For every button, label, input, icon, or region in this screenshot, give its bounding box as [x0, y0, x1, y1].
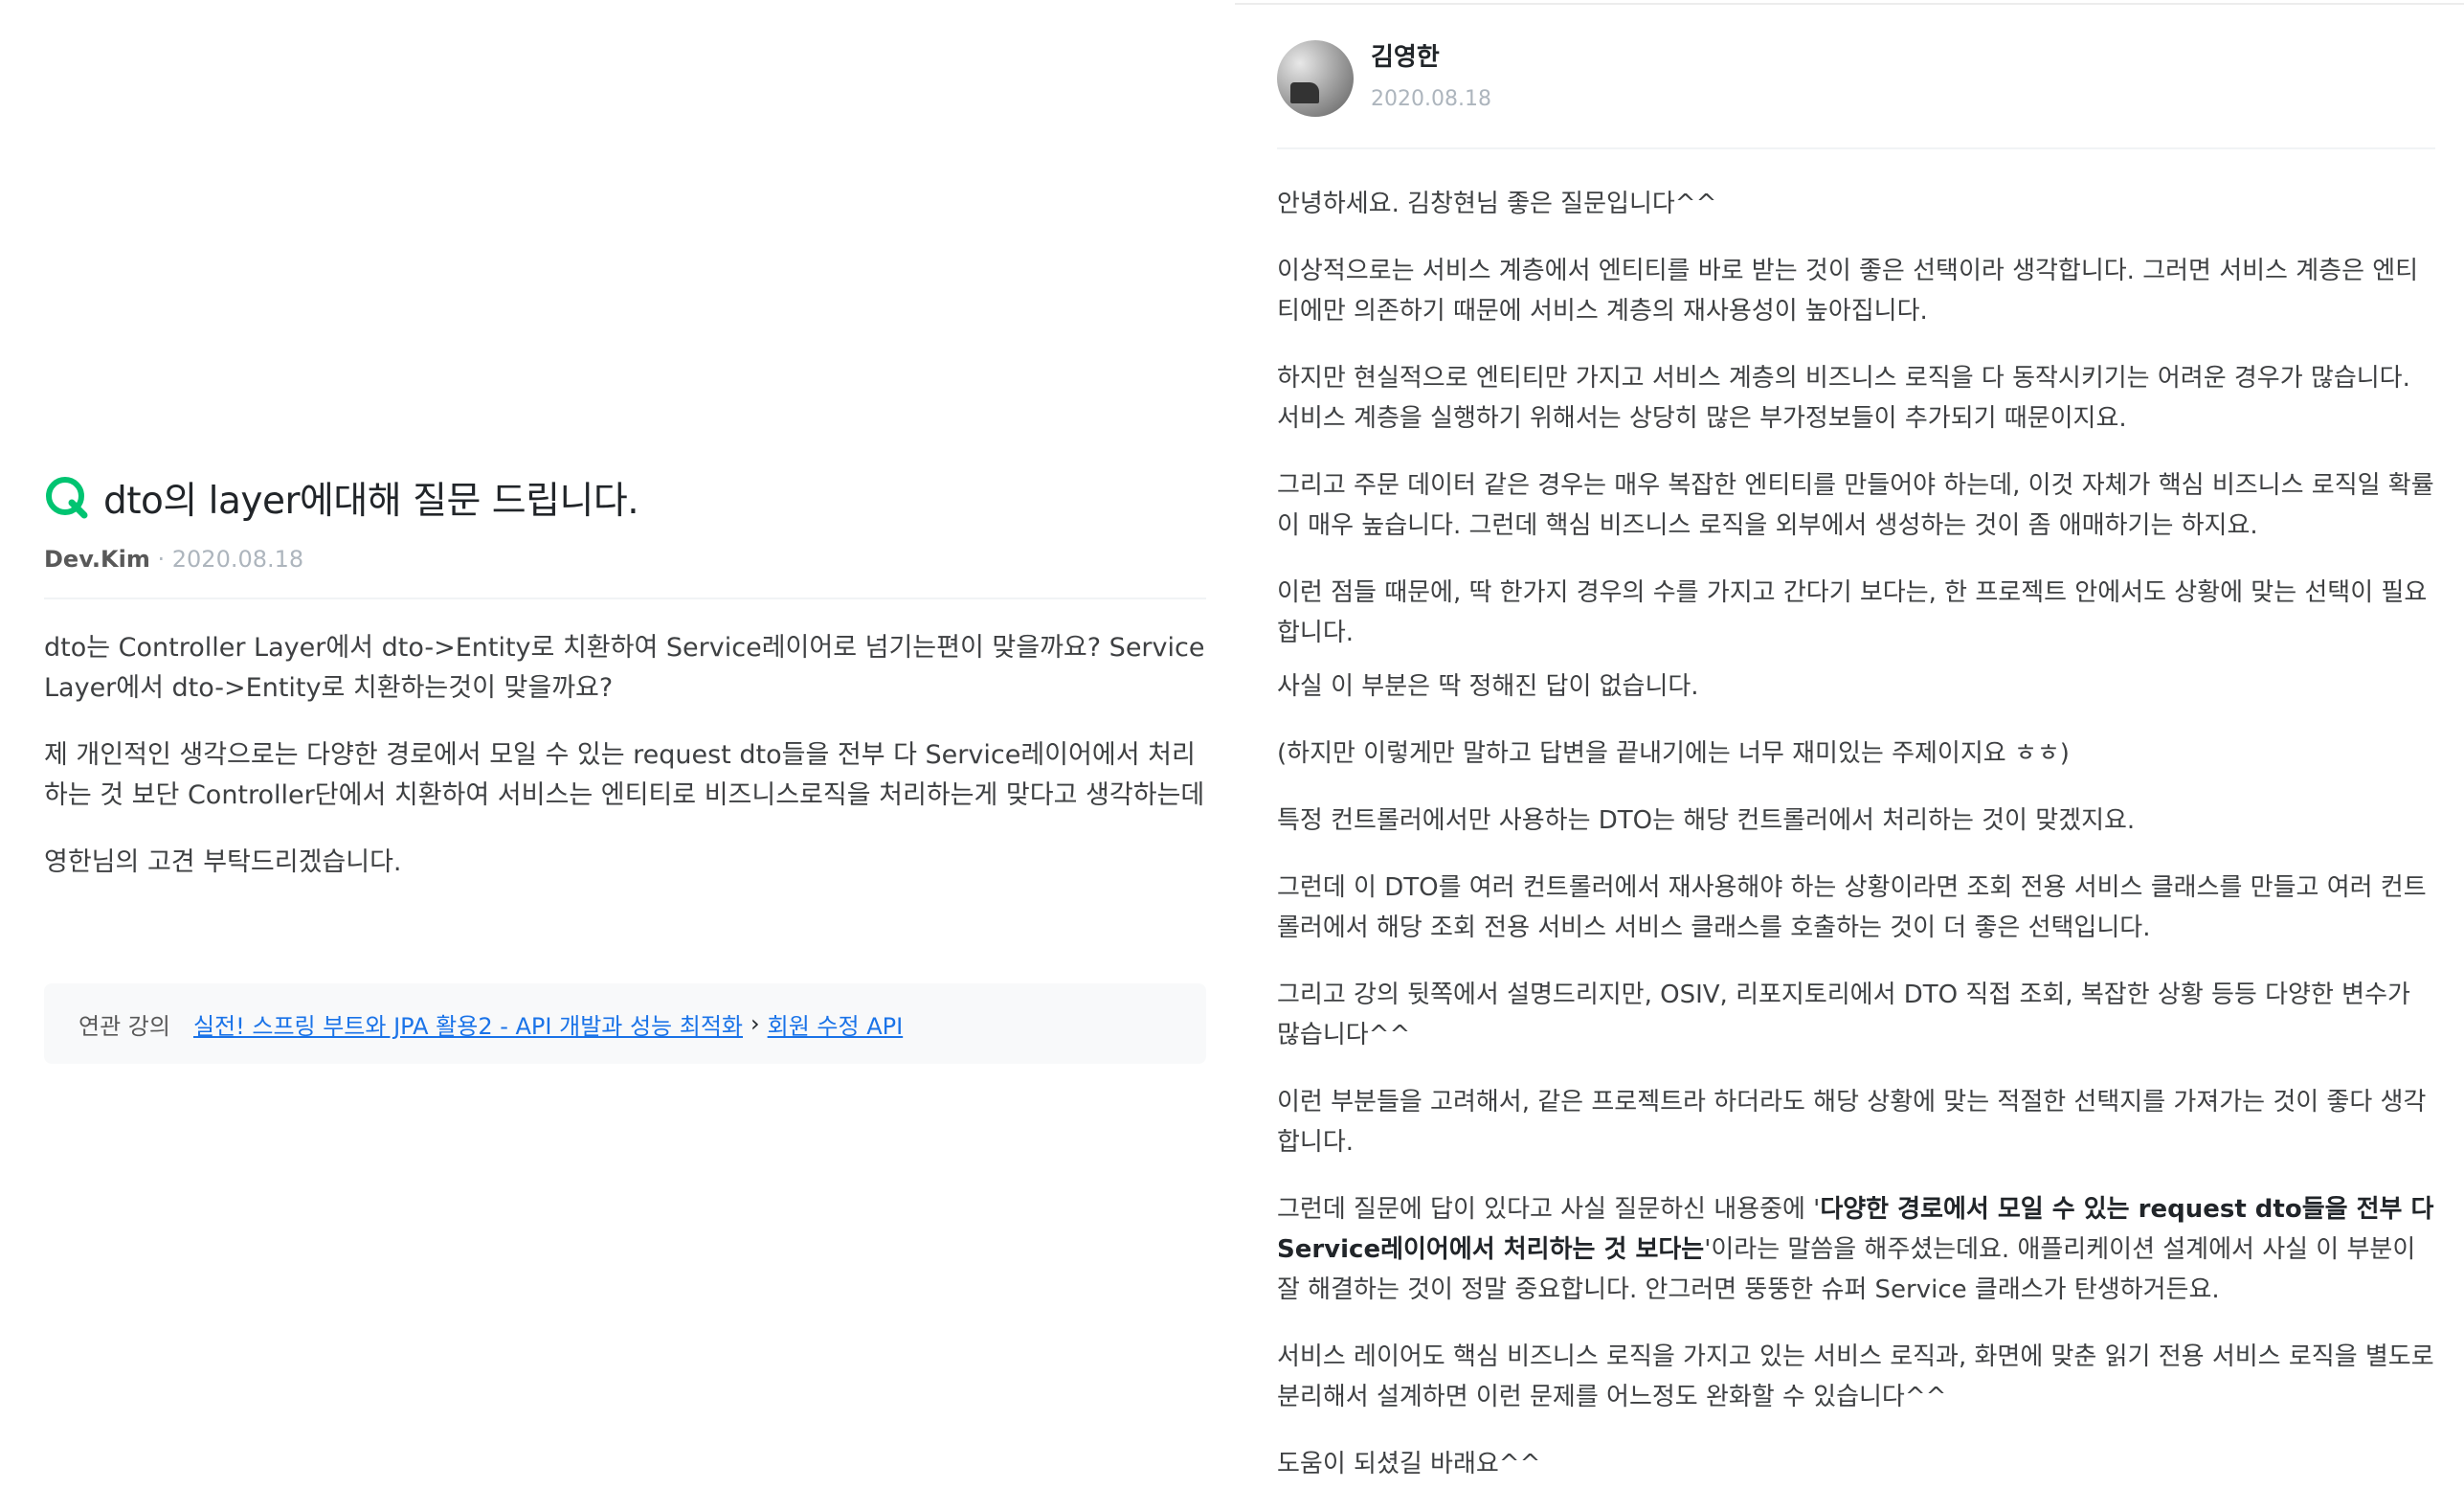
answer-panel: 김영한 2020.08.18 안녕하세요. 김창현님 좋은 질문입니다^^ 이상…	[1277, 38, 2435, 1511]
answer-paragraph: 이상적으로는 서비스 계층에서 엔티티를 바로 받는 것이 좋은 선택이라 생각…	[1277, 257, 2419, 326]
answer-header: 김영한 2020.08.18	[1277, 38, 2435, 119]
answer-paragraph: 이런 부분들을 고려해서, 같은 프로젝트라 하더라도 해당 상황에 맞는 적절…	[1277, 1088, 2427, 1157]
answer-body: 안녕하세요. 김창현님 좋은 질문입니다^^ 이상적으로는 서비스 계층에서 엔…	[1277, 184, 2435, 1484]
q-icon	[46, 477, 88, 519]
answer-paragraph-emphasis: 그런데 질문에 답이 있다고 사실 질문하신 내용중에 '다양한 경로에서 모일…	[1277, 1189, 2435, 1310]
question-paragraph: dto는 Controller Layer에서 dto->Entity로 치환하…	[44, 633, 1205, 703]
avatar[interactable]	[1277, 40, 1354, 117]
question-date: 2020.08.18	[171, 546, 304, 573]
meta-separator: ·	[157, 546, 166, 573]
question-panel: dto의 layer에대해 질문 드립니다. Dev.Kim · 2020.08…	[44, 469, 1206, 910]
question-meta: Dev.Kim · 2020.08.18	[44, 546, 1206, 573]
question-paragraph: 영한님의 고견 부탁드리겠습니다.	[44, 847, 402, 877]
answer-paragraph: 안녕하세요. 김창현님 좋은 질문입니다^^	[1277, 190, 1717, 218]
question-body: dto는 Controller Layer에서 dto->Entity로 치환하…	[44, 628, 1206, 883]
answer-paragraph: 특정 컨트롤러에서만 사용하는 DTO는 해당 컨트롤러에서 처리하는 것이 맞…	[1277, 806, 2136, 835]
answer-text: 그런데 질문에 답이 있다고 사실 질문하신 내용중에 '	[1277, 1195, 1821, 1224]
answer-paragraph: 그리고 주문 데이터 같은 경우는 매우 복잡한 엔티티를 만들어야 하는데, …	[1277, 471, 2434, 540]
question-paragraph: 제 개인적인 생각으로는 다양한 경로에서 모일 수 있는 request dt…	[44, 740, 1205, 810]
answer-paragraph: 서비스 레이어도 핵심 비즈니스 로직을 가지고 있는 서비스 로직과, 화면에…	[1277, 1342, 2434, 1411]
divider	[1277, 147, 2435, 149]
related-course-link[interactable]: 실전! 스프링 부트와 JPA 활용2 - API 개발과 성능 최적화	[193, 1007, 743, 1041]
answer-date: 2020.08.18	[1371, 87, 1491, 111]
related-course-label: 연관 강의	[78, 1012, 170, 1040]
related-course-box: 연관 강의 실전! 스프링 부트와 JPA 활용2 - API 개발과 성능 최…	[44, 983, 1206, 1064]
answer-paragraph: 이런 점들 때문에, 딱 한가지 경우의 수를 가지고 간다기 보다는, 한 프…	[1277, 578, 2428, 647]
related-lesson-link[interactable]: 회원 수정 API	[768, 1007, 904, 1041]
chevron-right-icon: ›	[750, 1010, 760, 1037]
answer-paragraph: 도움이 되셨길 바래요^^	[1277, 1450, 1541, 1478]
question-title: dto의 layer에대해 질문 드립니다.	[103, 480, 639, 523]
question-author[interactable]: Dev.Kim	[44, 546, 150, 573]
answer-paragraph: 그런데 이 DTO를 여러 컨트롤러에서 재사용해야 하는 상황이라면 조회 전…	[1277, 873, 2427, 942]
avatar-image	[1290, 82, 1319, 103]
answer-paragraph: 사실 이 부분은 딱 정해진 답이 없습니다.	[1277, 672, 1699, 701]
answer-paragraph: (하지만 이렇게만 말하고 답변을 끝내기에는 너무 재미있는 주제이지요 ㅎㅎ…	[1277, 739, 2070, 768]
answer-user: 김영한 2020.08.18	[1371, 40, 1491, 117]
answer-author[interactable]: 김영한	[1371, 40, 1491, 75]
answer-top-border	[1235, 3, 2464, 5]
answer-paragraph: 그리고 강의 뒷쪽에서 설명드리지만, OSIV, 리포지토리에서 DTO 직접…	[1277, 981, 2410, 1049]
question-title-row: dto의 layer에대해 질문 드립니다.	[44, 469, 1206, 527]
answer-paragraph: 하지만 현실적으로 엔티티만 가지고 서비스 계층의 비즈니스 로직을 다 동작…	[1277, 364, 2410, 433]
divider	[44, 598, 1206, 599]
